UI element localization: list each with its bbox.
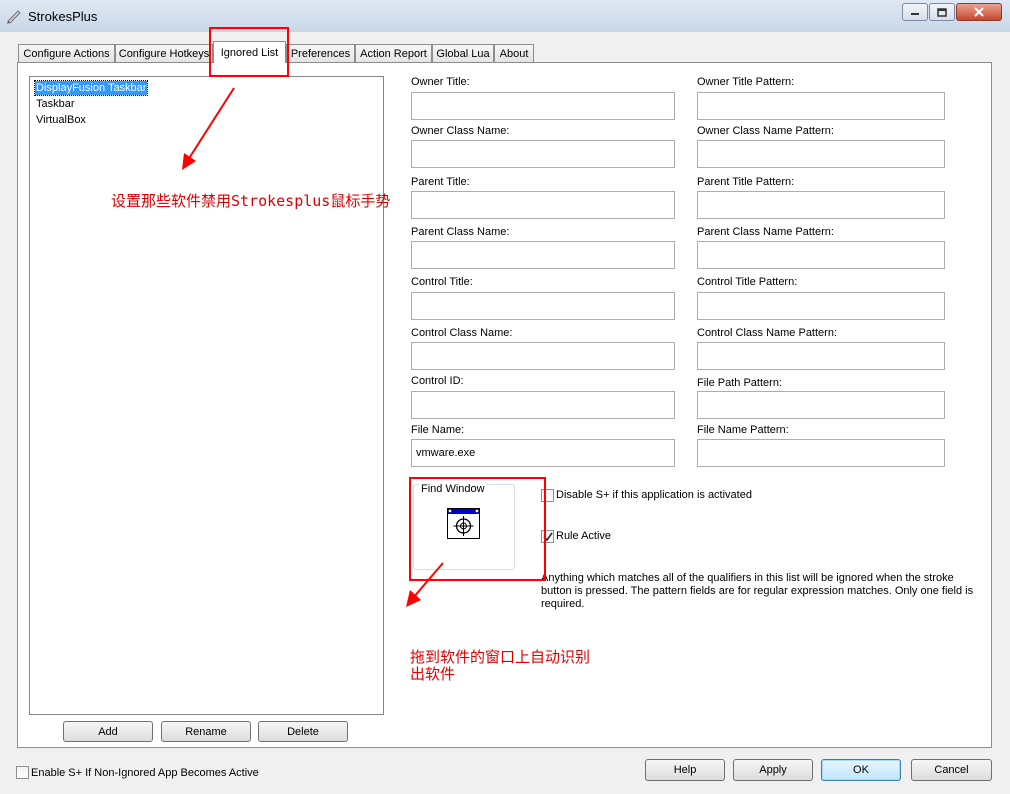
ignored-apps-listbox[interactable]: DisplayFusion Taskbar Taskbar VirtualBox bbox=[29, 76, 384, 715]
tab-configure-hotkeys[interactable]: Configure Hotkeys bbox=[115, 44, 213, 62]
minimize-button[interactable] bbox=[902, 3, 928, 21]
rule-active-label: Rule Active bbox=[556, 530, 612, 542]
file-path-pattern-label: File Path Pattern: bbox=[697, 377, 782, 389]
control-class-name-pattern-field[interactable] bbox=[697, 342, 945, 370]
control-id-label: Control ID: bbox=[411, 375, 464, 387]
owner-class-name-field[interactable] bbox=[411, 140, 675, 168]
parent-title-pattern-field[interactable] bbox=[697, 191, 945, 219]
ignored-list-description: Anything which matches all of the qualif… bbox=[541, 572, 974, 610]
parent-class-name-pattern-field[interactable] bbox=[697, 241, 945, 269]
ok-button[interactable]: OK bbox=[821, 759, 901, 781]
owner-title-pattern-field[interactable] bbox=[697, 92, 945, 120]
disable-if-activated-label: Disable S+ if this application is activa… bbox=[556, 489, 752, 501]
help-button[interactable]: Help bbox=[645, 759, 725, 781]
parent-class-name-field[interactable] bbox=[411, 241, 675, 269]
tab-about[interactable]: About bbox=[494, 44, 534, 62]
tab-action-report[interactable]: Action Report bbox=[355, 44, 432, 62]
control-title-field[interactable] bbox=[411, 292, 675, 320]
list-annotation-note: 设置那些软件禁用Strokesplus鼠标手势 bbox=[111, 192, 391, 210]
control-class-name-field[interactable] bbox=[411, 342, 675, 370]
list-item[interactable]: DisplayFusion Taskbar bbox=[33, 80, 149, 96]
title-bar: StrokesPlus bbox=[0, 0, 1010, 33]
close-icon bbox=[974, 7, 984, 17]
file-name-pattern-label: File Name Pattern: bbox=[697, 424, 789, 436]
enable-nonignored-label: Enable S+ If Non-Ignored App Becomes Act… bbox=[31, 767, 259, 779]
owner-class-name-pattern-label: Owner Class Name Pattern: bbox=[697, 125, 834, 137]
find-window-highlight-box bbox=[409, 477, 546, 581]
parent-class-name-label: Parent Class Name: bbox=[411, 226, 510, 238]
owner-title-field[interactable] bbox=[411, 92, 675, 120]
maximize-button[interactable] bbox=[929, 3, 955, 21]
file-name-pattern-field[interactable] bbox=[697, 439, 945, 467]
control-id-field[interactable] bbox=[411, 391, 675, 419]
parent-class-name-pattern-label: Parent Class Name Pattern: bbox=[697, 226, 834, 238]
tab-ignored-list[interactable]: Ignored List bbox=[213, 41, 286, 63]
cancel-button[interactable]: Cancel bbox=[911, 759, 992, 781]
control-class-name-label: Control Class Name: bbox=[411, 327, 513, 339]
list-item[interactable]: Taskbar bbox=[35, 97, 76, 111]
apply-button[interactable]: Apply bbox=[733, 759, 813, 781]
add-button[interactable]: Add bbox=[63, 721, 153, 742]
rename-button[interactable]: Rename bbox=[161, 721, 251, 742]
minimize-icon bbox=[911, 13, 919, 15]
file-path-pattern-field[interactable] bbox=[697, 391, 945, 419]
tab-preferences[interactable]: Preferences bbox=[286, 44, 355, 62]
tab-global-lua[interactable]: Global Lua bbox=[432, 44, 494, 62]
list-item[interactable]: VirtualBox bbox=[35, 113, 87, 127]
owner-title-label: Owner Title: bbox=[411, 76, 470, 88]
finder-annotation-line2: 出软件 bbox=[410, 665, 456, 683]
control-title-pattern-field[interactable] bbox=[697, 292, 945, 320]
owner-class-name-pattern-field[interactable] bbox=[697, 140, 945, 168]
maximize-icon bbox=[937, 7, 947, 17]
file-name-field[interactable] bbox=[411, 439, 675, 467]
control-class-name-pattern-label: Control Class Name Pattern: bbox=[697, 327, 837, 339]
delete-button[interactable]: Delete bbox=[258, 721, 348, 742]
strokesplus-app-icon bbox=[7, 10, 21, 24]
owner-class-name-label: Owner Class Name: bbox=[411, 125, 510, 137]
file-name-label: File Name: bbox=[411, 424, 465, 436]
control-title-label: Control Title: bbox=[411, 276, 473, 288]
owner-title-pattern-label: Owner Title Pattern: bbox=[697, 76, 795, 88]
parent-title-pattern-label: Parent Title Pattern: bbox=[697, 176, 795, 188]
parent-title-label: Parent Title: bbox=[411, 176, 470, 188]
parent-title-field[interactable] bbox=[411, 191, 675, 219]
tab-configure-actions[interactable]: Configure Actions bbox=[18, 44, 115, 62]
enable-nonignored-checkbox[interactable] bbox=[16, 766, 29, 779]
control-title-pattern-label: Control Title Pattern: bbox=[697, 276, 798, 288]
close-button[interactable] bbox=[956, 3, 1002, 21]
window-title: StrokesPlus bbox=[28, 9, 98, 24]
